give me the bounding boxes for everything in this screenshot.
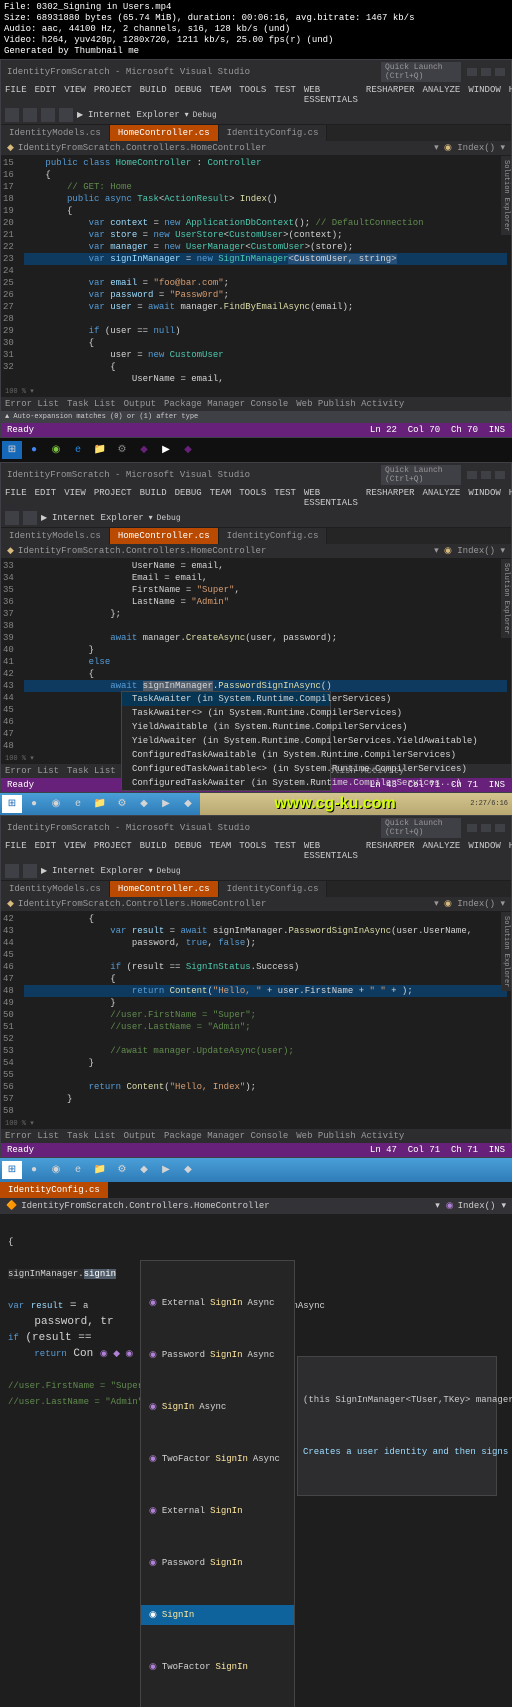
intellisense-item-selected[interactable]: ◉SignIn xyxy=(141,1605,294,1625)
window-controls[interactable] xyxy=(467,68,505,76)
quick-launch[interactable]: Quick Launch (Ctrl+Q) xyxy=(381,62,461,82)
code-editor-big[interactable]: { signInManager.signin var result = a ge… xyxy=(0,1214,512,1474)
titlebar: IdentityFromScratch - Microsoft Visual S… xyxy=(1,60,511,84)
tab-identitymodels[interactable]: IdentityModels.cs xyxy=(1,125,110,141)
breadcrumb[interactable]: ◆ IdentityFromScratch.Controllers.HomeCo… xyxy=(1,141,511,156)
taskbar-3[interactable]: ⊞ ●◉e📁⚙◆▶◆ xyxy=(0,1158,512,1182)
menubar[interactable]: FILEEDITVIEWPROJECTBUILDDEBUGTEAMTOOLSTE… xyxy=(1,487,511,509)
toolbar[interactable]: ▶ Internet Explorer ▾ Debug xyxy=(1,106,511,125)
vs-window-4-zoom: IdentityConfig.cs 🔶IdentityFromScratch.C… xyxy=(0,1182,512,1474)
tab-homecontroller[interactable]: HomeController.cs xyxy=(110,125,219,141)
save-icon[interactable] xyxy=(41,108,55,122)
intellisense-popup[interactable]: TaskAwaiter (in System.Runtime.CompilerS… xyxy=(121,691,331,791)
nav-fwd-icon[interactable] xyxy=(23,108,37,122)
signature-tooltip: (this SignInManager<TUser,TKey> manager,… xyxy=(297,1356,497,1496)
method-icon: ◉ xyxy=(446,1201,454,1211)
code-content[interactable]: public class HomeController : Controller… xyxy=(20,156,511,386)
statusbar: Ready Ln 22 Col 70 Ch 70 INS xyxy=(1,423,511,437)
tab-identityconfig[interactable]: IdentityConfig.cs xyxy=(219,125,328,141)
nav-back-icon[interactable] xyxy=(5,108,19,122)
watermark: www.cg-ku.com xyxy=(200,795,470,813)
intellisense-item[interactable]: ◉ExternalSignInAsync xyxy=(141,1293,294,1313)
method-icon: ◉ xyxy=(444,143,452,153)
app-title: IdentityFromScratch - Microsoft Visual S… xyxy=(7,67,250,77)
intellisense-popup-big[interactable]: ◉ExternalSignInAsync ◉PasswordSignInAsyn… xyxy=(140,1260,295,1707)
code-editor-1[interactable]: 151617181920212223242526272829303132 pub… xyxy=(1,156,511,386)
line-numbers: 151617181920212223242526272829303132 xyxy=(1,156,20,386)
toolbar[interactable]: ▶ Internet Explorer ▾ Debug xyxy=(1,509,511,528)
taskbar-2[interactable]: ⊞ ●◉e📁⚙◆▶◆ xyxy=(0,793,200,815)
intellisense-item[interactable]: TaskAwaiter (in System.Runtime.CompilerS… xyxy=(122,692,330,706)
video-metadata: File: 0302_Signing in Users.mp4 Size: 68… xyxy=(0,0,512,59)
solution-explorer-tab[interactable]: Solution Explorer xyxy=(501,156,511,235)
vs-window-1: IdentityFromScratch - Microsoft Visual S… xyxy=(0,59,512,438)
breadcrumb[interactable]: ◆IdentityFromScratch.Controllers.HomeCon… xyxy=(1,544,511,559)
vs-window-3: IdentityFromScratch - Microsoft Visual S… xyxy=(0,815,512,1158)
editor-tabs[interactable]: IdentityModels.cs HomeController.cs Iden… xyxy=(1,125,511,141)
code-editor-3[interactable]: 4243444546474849505152535455565758 { var… xyxy=(1,912,511,1118)
tab-identityconfig-big[interactable]: IdentityConfig.cs xyxy=(0,1182,108,1198)
class-icon: ◆ xyxy=(7,143,14,153)
titlebar: IdentityFromScratch - Microsoft Visual S… xyxy=(1,463,511,487)
class-icon: 🔶 xyxy=(6,1201,17,1211)
code-editor-2[interactable]: 33343536373839404142434445464748 UserNam… xyxy=(1,559,511,753)
editor-tabs[interactable]: IdentityModels.cs HomeController.cs Iden… xyxy=(1,528,511,544)
save-all-icon[interactable] xyxy=(59,108,73,122)
breadcrumb-big[interactable]: 🔶IdentityFromScratch.Controllers.HomeCon… xyxy=(0,1198,512,1214)
vs-window-2: IdentityFromScratch - Microsoft Visual S… xyxy=(0,462,512,793)
output-tabs[interactable]: Error ListTask ListOutputPackage Manager… xyxy=(1,397,511,411)
menubar[interactable]: FILEEDITVIEWPROJECTBUILDDEBUGTEAMTOOLSTE… xyxy=(1,84,511,106)
taskbar-1[interactable]: ⊞ ● ◉ e 📁 ⚙ ◆ ▶ ◆ xyxy=(0,438,512,462)
